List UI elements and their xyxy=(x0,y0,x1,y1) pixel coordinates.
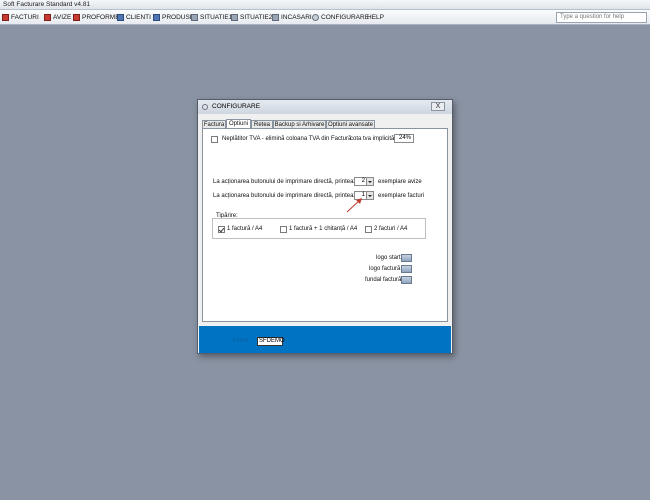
menu-avize-label: AVIZE xyxy=(53,14,72,21)
fundal-factura-button[interactable] xyxy=(401,276,412,284)
neplatitor-tva-checkbox[interactable] xyxy=(211,136,218,143)
menu-situatie2[interactable]: SITUATIE2 xyxy=(231,12,272,23)
menu-configurare[interactable]: CONFIGURARE xyxy=(312,12,369,23)
menu-proforme[interactable]: PROFORME xyxy=(73,12,120,23)
cota-tva-field[interactable]: 24% xyxy=(394,134,414,143)
print-facturi-label: La acționarea butonului de imprimare dir… xyxy=(213,193,362,199)
menu-produse[interactable]: PRODUSE xyxy=(153,12,194,23)
menu-situatie1-label: SITUATIE1 xyxy=(200,14,233,21)
tiparire-option-3-checkbox[interactable] xyxy=(365,226,372,233)
report-icon xyxy=(191,14,198,21)
menu-bar: FACTURI AVIZE PROFORME CLIENTI PRODUSE S… xyxy=(0,10,650,25)
menu-proforme-label: PROFORME xyxy=(82,14,120,21)
menu-facturi-label: FACTURI xyxy=(11,14,39,21)
tiparire-option-2-checkbox[interactable] xyxy=(280,226,287,233)
tiparire-option-1-checkbox[interactable] xyxy=(218,226,225,233)
products-icon xyxy=(153,14,160,21)
proforma-icon xyxy=(73,14,80,21)
menu-clienti-label: CLIENTI xyxy=(126,14,151,21)
chevron-down-icon[interactable] xyxy=(366,177,374,186)
annotation-arrow xyxy=(346,198,362,213)
help-search-placeholder: Type a question for help xyxy=(560,14,625,20)
menu-incasari[interactable]: INCASARI xyxy=(272,12,312,23)
delivery-note-icon xyxy=(44,14,51,21)
tiparire-option-2-label: 1 factură + 1 chitanță / A4 xyxy=(289,226,358,232)
logo-start-label: logo start xyxy=(376,255,401,261)
bottom-band: Firma: SFDEMO xyxy=(199,326,451,353)
gear-icon xyxy=(312,14,319,21)
invoice-icon xyxy=(2,14,9,21)
tiparire-option-1-label: 1 factură / A4 xyxy=(227,226,263,232)
print-avize-suffix: exemplare avize xyxy=(378,179,422,185)
tiparire-option-3-label: 2 facturi / A4 xyxy=(374,226,408,232)
menu-situatie2-label: SITUATIE2 xyxy=(240,14,273,21)
fundal-factura-label: fundal factură xyxy=(365,277,402,283)
menu-facturi[interactable]: FACTURI xyxy=(2,12,39,23)
dialog-title: CONFIGURARE xyxy=(212,103,261,110)
avize-count-spinner[interactable]: 2 xyxy=(354,177,374,186)
logo-factura-button[interactable] xyxy=(401,265,412,273)
menu-clienti[interactable]: CLIENTI xyxy=(117,12,151,23)
payments-icon xyxy=(272,14,279,21)
print-avize-label: La acționarea butonului de imprimare dir… xyxy=(213,179,362,185)
menu-configurare-label: CONFIGURARE xyxy=(321,14,370,21)
close-icon: X xyxy=(435,103,441,110)
cota-tva-label: cota tva implicită xyxy=(350,136,395,142)
help-search-input[interactable]: Type a question for help xyxy=(556,12,647,23)
window-title-bar: Soft Facturare Standard v4.81 xyxy=(0,0,650,10)
firma-field[interactable]: SFDEMO xyxy=(257,337,285,346)
logo-start-button[interactable] xyxy=(401,254,412,262)
dialog-title-bar: CONFIGURARE X xyxy=(198,100,452,114)
app-icon xyxy=(202,104,208,110)
menu-help[interactable]: HELP xyxy=(367,12,384,23)
chevron-down-icon[interactable] xyxy=(366,191,374,200)
print-facturi-suffix: exemplare facturi xyxy=(378,193,425,199)
menu-incasari-label: INCASARI xyxy=(281,14,312,21)
menu-produse-label: PRODUSE xyxy=(162,14,195,21)
clients-icon xyxy=(117,14,124,21)
window-title: Soft Facturare Standard v4.81 xyxy=(3,1,91,8)
close-button[interactable]: X xyxy=(431,102,445,111)
firma-label: Firma: xyxy=(233,338,250,344)
report-icon xyxy=(231,14,238,21)
logo-factura-label: logo factură xyxy=(369,266,401,272)
menu-help-label: HELP xyxy=(367,14,384,21)
neplatitor-tva-label: Neplătitor TVA - elimină coloana TVA din… xyxy=(222,136,352,142)
menu-avize[interactable]: AVIZE xyxy=(44,12,71,23)
menu-situatie1[interactable]: SITUATIE1 xyxy=(191,12,232,23)
